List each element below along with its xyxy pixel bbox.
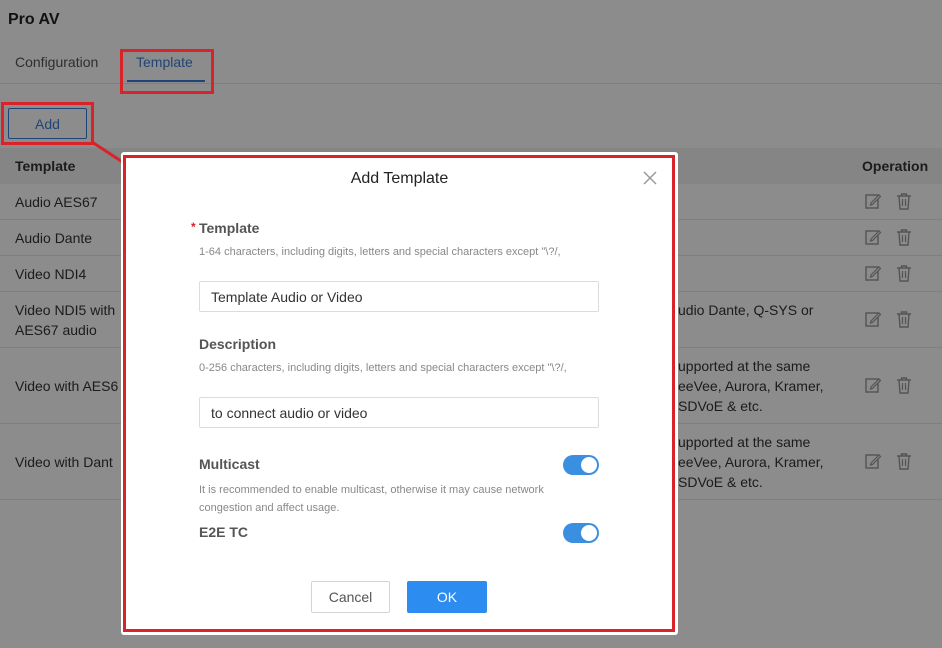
- annotation-highlight-template-tab: [120, 49, 214, 94]
- annotation-highlight-add-button: [1, 102, 94, 145]
- annotation-highlight-dialog: [123, 155, 675, 632]
